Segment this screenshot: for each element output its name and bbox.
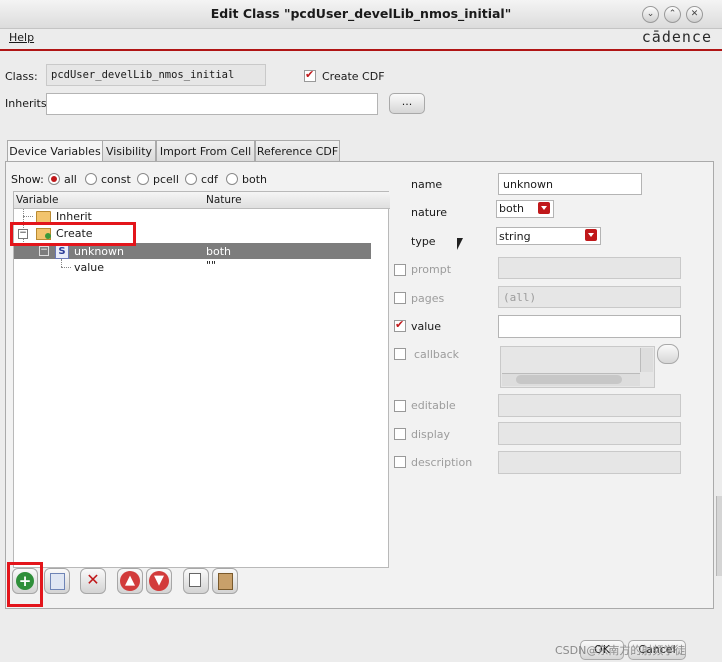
tab-reference-cdf[interactable]: Reference CDF bbox=[255, 140, 340, 162]
copy-icon bbox=[189, 573, 201, 587]
show-option-pcell: pcell bbox=[153, 173, 179, 186]
inherits-input[interactable] bbox=[46, 93, 378, 115]
copy-button[interactable] bbox=[183, 568, 209, 594]
value-input[interactable] bbox=[498, 315, 681, 338]
tab-visibility[interactable]: Visibility bbox=[102, 140, 156, 162]
tree-item-value-nature: "" bbox=[206, 259, 217, 272]
delete-icon: ✕ bbox=[86, 570, 100, 589]
chevron-down-icon bbox=[538, 202, 550, 214]
type-select[interactable]: string bbox=[496, 227, 601, 245]
show-option-const: const bbox=[101, 173, 131, 186]
delete-button[interactable]: ✕ bbox=[80, 568, 106, 594]
inherits-browse-button[interactable]: ... bbox=[389, 93, 425, 114]
prompt-input bbox=[498, 257, 681, 279]
horizontal-scrollbar[interactable] bbox=[502, 373, 640, 386]
class-field: pcdUser_develLib_nmos_initial bbox=[46, 64, 266, 86]
tree-item-value[interactable]: value bbox=[74, 261, 104, 274]
type-label: type bbox=[411, 235, 436, 248]
column-header-variable[interactable]: Variable bbox=[14, 192, 205, 209]
collapse-icon[interactable]: − bbox=[39, 246, 49, 256]
name-value: unknown bbox=[503, 178, 553, 191]
name-label: name bbox=[411, 178, 443, 191]
callback-expand-button[interactable] bbox=[657, 344, 679, 364]
description-input bbox=[498, 451, 681, 474]
display-label: display bbox=[411, 428, 451, 441]
value-checkbox[interactable] bbox=[394, 318, 406, 332]
watermark: CSDN@东南方的射频学徒 bbox=[555, 644, 686, 657]
inherits-label: Inherits bbox=[5, 97, 47, 110]
prompt-label: prompt bbox=[411, 263, 452, 276]
close-button[interactable]: ✕ bbox=[686, 6, 703, 23]
menu-divider bbox=[0, 49, 722, 51]
pages-checkbox[interactable] bbox=[394, 292, 406, 304]
create-cdf-label: Create CDF bbox=[322, 70, 385, 83]
show-option-all: all bbox=[64, 173, 77, 186]
tree-line bbox=[61, 259, 62, 267]
tree-item-unknown-nature: both bbox=[206, 245, 231, 258]
nature-select[interactable]: both bbox=[496, 200, 554, 218]
move-up-icon: ▲ bbox=[120, 571, 140, 591]
description-label: description bbox=[411, 456, 473, 469]
show-radio-pcell[interactable] bbox=[137, 173, 149, 185]
class-label: Class: bbox=[5, 70, 38, 83]
chevron-down-icon bbox=[585, 229, 597, 241]
editable-input bbox=[498, 394, 681, 417]
paste-icon bbox=[218, 573, 233, 590]
variable-tree[interactable]: Variable Nature Inherit − Create − S unk… bbox=[13, 191, 390, 568]
pages-label: pages bbox=[411, 292, 445, 305]
tree-line bbox=[23, 216, 33, 217]
callback-textarea bbox=[500, 346, 655, 388]
move-up-button[interactable]: ▲ bbox=[117, 568, 143, 594]
edit-icon bbox=[50, 573, 65, 590]
window-title: Edit Class "pcdUser_develLib_nmos_initia… bbox=[210, 6, 512, 21]
show-radio-both[interactable] bbox=[226, 173, 238, 185]
display-checkbox[interactable] bbox=[394, 428, 406, 440]
cadence-logo: cādence bbox=[641, 28, 712, 46]
callback-checkbox[interactable] bbox=[394, 348, 406, 360]
mouse-cursor-icon bbox=[457, 238, 463, 250]
scroll-thumb[interactable] bbox=[516, 375, 622, 384]
show-radio-cdf[interactable] bbox=[185, 173, 197, 185]
show-radio-const[interactable] bbox=[85, 173, 97, 185]
tree-line bbox=[61, 267, 71, 268]
type-value: string bbox=[499, 230, 531, 243]
tab-device-variables[interactable]: Device Variables bbox=[7, 140, 103, 163]
editable-label: editable bbox=[411, 399, 456, 412]
pages-value: (all) bbox=[503, 291, 537, 304]
editable-checkbox[interactable] bbox=[394, 400, 406, 412]
column-header-nature[interactable]: Nature bbox=[204, 192, 390, 209]
paste-button[interactable] bbox=[212, 568, 238, 594]
show-label: Show: bbox=[11, 173, 44, 186]
show-radio-all[interactable] bbox=[48, 173, 60, 185]
add-icon: + bbox=[16, 572, 34, 590]
show-option-both: both bbox=[242, 173, 267, 186]
create-cdf-checkbox[interactable] bbox=[304, 68, 316, 82]
maximize-button[interactable]: ⌃ bbox=[664, 6, 681, 23]
show-option-cdf: cdf bbox=[201, 173, 218, 186]
vertical-scrollbar[interactable] bbox=[640, 348, 653, 372]
class-value: pcdUser_develLib_nmos_initial bbox=[51, 69, 235, 81]
add-button[interactable]: + bbox=[12, 568, 38, 594]
edit-button[interactable] bbox=[44, 568, 70, 594]
tree-item-unknown[interactable]: unknown bbox=[74, 245, 124, 258]
name-input[interactable]: unknown bbox=[498, 173, 642, 195]
description-checkbox[interactable] bbox=[394, 456, 406, 468]
string-type-icon: S bbox=[55, 244, 69, 259]
move-down-button[interactable]: ▼ bbox=[146, 568, 172, 594]
tab-import-from-cell[interactable]: Import From Cell bbox=[156, 140, 255, 162]
value-label: value bbox=[411, 320, 442, 333]
minimize-button[interactable]: ⌄ bbox=[642, 6, 659, 23]
pages-input: (all) bbox=[498, 286, 681, 308]
display-input bbox=[498, 422, 681, 445]
move-down-icon: ▼ bbox=[149, 571, 169, 591]
prompt-checkbox[interactable] bbox=[394, 264, 406, 276]
highlight-box-create bbox=[10, 222, 136, 246]
menu-help[interactable]: Help bbox=[9, 31, 34, 44]
nature-label: nature bbox=[411, 206, 448, 219]
callback-label: callback bbox=[414, 348, 460, 361]
window-scrollbar[interactable] bbox=[716, 496, 722, 576]
nature-value: both bbox=[499, 202, 524, 215]
